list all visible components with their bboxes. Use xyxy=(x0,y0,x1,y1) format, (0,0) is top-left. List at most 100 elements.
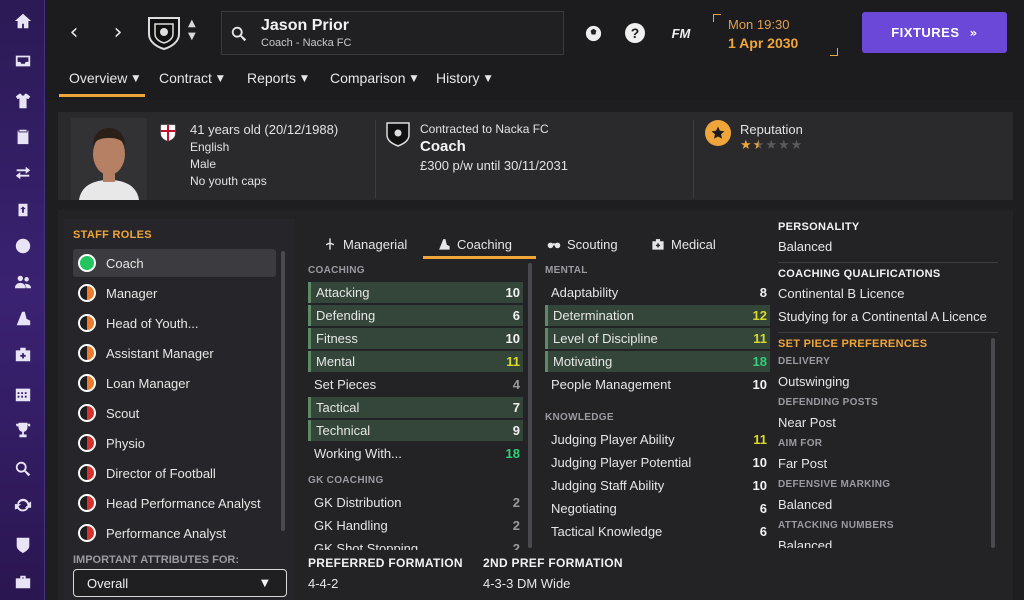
attribute-row[interactable]: Tactical Knowledge 6 xyxy=(545,521,770,542)
fixtures-button[interactable]: FIXTURES » xyxy=(862,12,1007,53)
player-search-box[interactable]: Jason Prior Coach - Nacka FC xyxy=(221,11,564,55)
role-item[interactable]: Performance Analyst xyxy=(73,519,276,547)
role-item[interactable]: Head Performance Analyst xyxy=(73,489,276,517)
active-attr-tab-indicator xyxy=(423,256,536,259)
roles-scrollbar[interactable] xyxy=(281,251,285,531)
globe-icon[interactable] xyxy=(12,236,34,256)
attribute-row[interactable]: Judging Player Potential 10 xyxy=(545,452,770,473)
role-item[interactable]: Physio xyxy=(73,429,276,457)
crest-cycle-arrows-icon[interactable]: ▲ ▼ xyxy=(188,17,196,43)
back-arrow-icon[interactable]: ‹ xyxy=(63,22,85,44)
attribute-row[interactable]: Working With... 18 xyxy=(308,443,523,464)
attribute-name: Level of Discipline xyxy=(553,331,658,346)
set-piece-heading: SET PIECE PREFERENCES xyxy=(778,338,928,350)
attribute-row[interactable]: Tactical 7 xyxy=(308,397,523,418)
role-item[interactable]: Manager xyxy=(73,279,276,307)
attribute-name: Adaptability xyxy=(551,285,619,300)
home-icon[interactable] xyxy=(12,11,34,31)
role-item[interactable]: Head of Youth... xyxy=(73,309,276,337)
tab-managerial[interactable]: Managerial xyxy=(323,230,407,258)
coaching-icon[interactable] xyxy=(12,308,34,328)
attribute-row[interactable]: GK Handling 2 xyxy=(308,515,523,536)
chevron-down-icon: ▼ xyxy=(410,74,418,84)
delivery-label: DELIVERY xyxy=(778,356,831,367)
ball-icon[interactable] xyxy=(582,22,604,44)
refresh-icon[interactable] xyxy=(12,495,34,515)
attribute-name: Defending xyxy=(316,308,376,323)
tab-history[interactable]: History ▼ xyxy=(436,70,491,86)
attribute-row[interactable]: Judging Player Ability 11 xyxy=(545,429,770,450)
aim-for-value: Far Post xyxy=(778,456,828,471)
club-shield-icon[interactable] xyxy=(12,535,34,555)
tab-overview[interactable]: Overview ▼ xyxy=(69,70,139,86)
tab-label: Coaching xyxy=(457,236,512,252)
role-item[interactable]: Loan Manager xyxy=(73,369,276,397)
forward-arrow-icon[interactable]: › xyxy=(107,22,129,44)
attribute-row[interactable]: Level of Discipline 11 xyxy=(545,328,770,349)
role-item[interactable]: Assistant Manager xyxy=(73,339,276,367)
attribute-row[interactable]: Attacking 10 xyxy=(308,282,523,303)
attribute-row[interactable]: Judging Staff Ability 10 xyxy=(545,475,770,496)
attribute-row[interactable]: Technical 9 xyxy=(308,420,523,441)
attribute-row[interactable]: Adaptability 8 xyxy=(545,282,770,303)
tab-label: Comparison xyxy=(330,70,406,86)
divider xyxy=(693,120,694,198)
attribute-row[interactable]: Determination 12 xyxy=(545,305,770,326)
medical-icon[interactable] xyxy=(12,344,34,364)
help-icon[interactable]: ? xyxy=(624,22,646,44)
defensive-marking-value: Balanced xyxy=(778,497,833,512)
attribute-row[interactable]: Defending 6 xyxy=(308,305,523,326)
important-attributes-dropdown[interactable]: Overall ▼ xyxy=(73,569,287,597)
tab-medical[interactable]: Medical xyxy=(651,230,716,258)
attribute-row[interactable]: Motivating 18 xyxy=(545,351,770,372)
attribute-value: 11 xyxy=(753,432,767,447)
club-crest-icon[interactable] xyxy=(145,14,183,52)
training-icon[interactable] xyxy=(12,200,34,220)
attribute-value: 9 xyxy=(512,423,520,438)
briefcase-icon[interactable] xyxy=(12,572,34,592)
role-item[interactable]: Coach xyxy=(73,249,276,277)
attribute-name: Technical xyxy=(316,423,371,438)
tab-comparison[interactable]: Comparison ▼ xyxy=(330,70,417,86)
attribute-row[interactable]: Fitness 10 xyxy=(308,328,523,349)
preferred-formation-label: PREFERRED FORMATION xyxy=(308,556,463,570)
role-item[interactable]: Director of Football xyxy=(73,459,276,487)
squad-icon[interactable] xyxy=(12,91,34,111)
reputation-star-icon: ★ xyxy=(740,138,752,153)
role-suitability-icon xyxy=(78,404,96,422)
transfers-icon[interactable] xyxy=(12,163,34,183)
tab-reports[interactable]: Reports ▼ xyxy=(247,70,308,86)
set-piece-scrollbar[interactable] xyxy=(991,338,995,548)
attribute-name: Attacking xyxy=(316,285,370,300)
inbox-icon[interactable] xyxy=(12,51,34,71)
attribute-value: 6 xyxy=(759,501,767,516)
tab-contract[interactable]: Contract ▼ xyxy=(159,70,224,86)
second-formation: 4-3-3 DM Wide xyxy=(483,576,571,591)
tab-label: Reports xyxy=(247,70,297,86)
attribute-value: 8 xyxy=(759,285,767,300)
attribute-value: 11 xyxy=(506,354,520,369)
coaching-scrollbar[interactable] xyxy=(528,263,532,548)
attribute-row[interactable]: Mental 11 xyxy=(308,351,523,372)
tab-scouting[interactable]: Scouting xyxy=(547,230,618,258)
attribute-row[interactable]: People Management 10 xyxy=(545,374,770,395)
attribute-name: Fitness xyxy=(316,331,358,346)
trophy-icon[interactable] xyxy=(12,420,34,440)
attribute-row[interactable]: GK Distribution 2 xyxy=(308,492,523,513)
chevron-down-icon: ▼ xyxy=(261,578,269,589)
date-corner xyxy=(830,48,838,56)
tab-coaching[interactable]: Coaching xyxy=(437,230,512,258)
clipboard-icon[interactable] xyxy=(12,126,34,146)
staff-icon[interactable] xyxy=(12,272,34,292)
role-item[interactable]: Scout xyxy=(73,399,276,427)
set-piece-list: DELIVERY Outswinging DEFENDING POSTS Nea… xyxy=(778,352,993,548)
attribute-row[interactable]: Negotiating 6 xyxy=(545,498,770,519)
fm-logo[interactable]: FM xyxy=(667,22,695,44)
search-icon[interactable] xyxy=(12,459,34,479)
date-display[interactable]: Mon 19:30 1 Apr 2030 xyxy=(713,14,838,56)
player-age: 41 years old (20/12/1988) xyxy=(190,122,339,137)
calendar-icon[interactable] xyxy=(12,384,34,404)
attribute-row[interactable]: Set Pieces 4 xyxy=(308,374,523,395)
attribute-row[interactable]: GK Shot Stopping 2 xyxy=(308,538,523,550)
app-window: ‹ › ▲ ▼ Jason Prior Coach - Nacka FC ? FM… xyxy=(0,0,1024,600)
